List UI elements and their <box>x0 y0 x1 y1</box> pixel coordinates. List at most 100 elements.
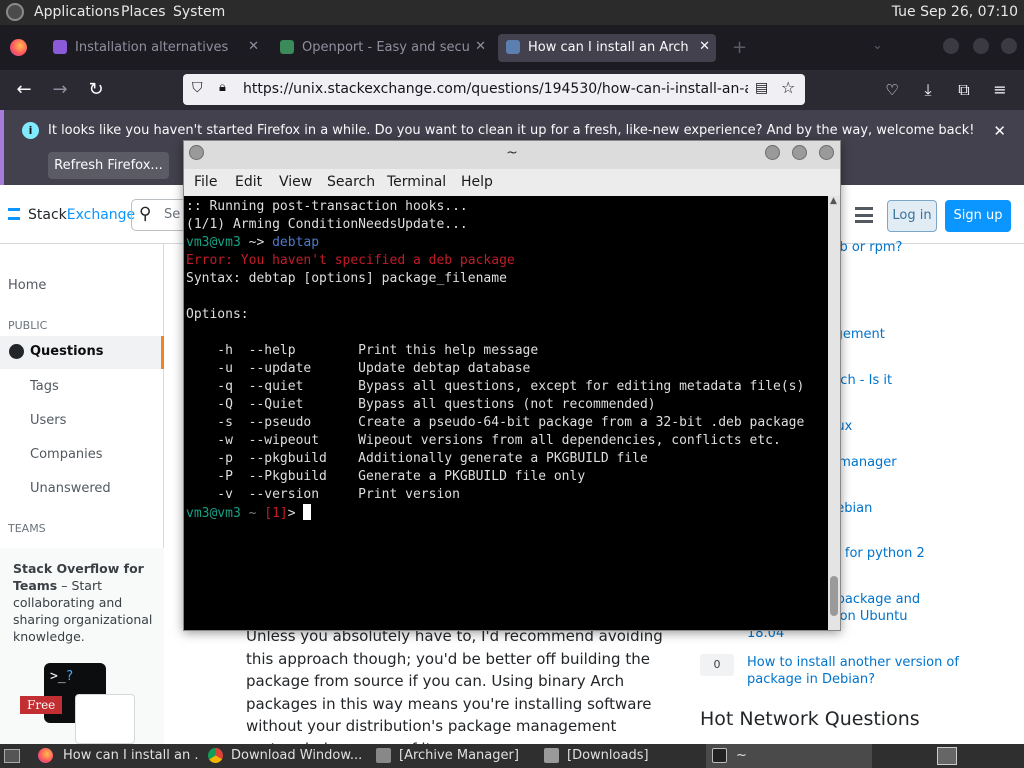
hot-network-questions-heading: Hot Network Questions <box>700 708 920 730</box>
downloads-icon[interactable]: ⤓ <box>916 78 940 102</box>
taskbar-item-label: How can I install an ... <box>63 748 198 763</box>
logo-text-stack: Stack <box>28 207 67 223</box>
applications-menu[interactable]: Applications <box>34 4 120 20</box>
minimize-window-icon[interactable] <box>765 145 780 160</box>
taskbar-item-label: ~ <box>736 748 747 763</box>
maximize-window-icon[interactable] <box>973 38 989 54</box>
url-bar[interactable]: ⛉ 🔒︎ https://unix.stackexchange.com/ques… <box>183 74 805 105</box>
forward-arrow-icon[interactable]: → <box>48 78 72 102</box>
taskbar-item-downloads[interactable]: [Downloads] <box>538 744 658 768</box>
site-switcher-icon[interactable] <box>855 207 873 223</box>
places-menu[interactable]: Places <box>121 4 166 20</box>
sidebar-item-users[interactable]: Users <box>30 413 66 428</box>
maximize-window-icon[interactable] <box>792 145 807 160</box>
distro-logo-icon[interactable] <box>6 3 24 21</box>
tab-favicon-icon <box>53 40 67 54</box>
show-desktop-icon[interactable] <box>4 749 20 763</box>
terminal-option-line: -v --version Print version <box>186 487 460 502</box>
terminal-scrollbar[interactable]: ▲ <box>828 196 840 630</box>
site-search-input[interactable]: ⚲ Se <box>131 199 191 231</box>
taskbar-item-terminal[interactable]: ~ <box>706 744 872 768</box>
info-icon: i <box>22 122 39 139</box>
terminal-option-line: -P --Pkgbuild Generate a PKGBUILD file o… <box>186 469 586 484</box>
stackexchange-logo-icon[interactable] <box>8 208 20 220</box>
extensions-icon[interactable]: ⧉ <box>952 78 976 102</box>
sidebar-item-companies[interactable]: Companies <box>30 447 103 462</box>
prompt-separator: ~> <box>240 235 273 250</box>
window-menu-icon[interactable] <box>189 145 204 160</box>
login-button[interactable]: Log in <box>887 200 937 232</box>
list-all-tabs-icon[interactable]: ⌄ <box>872 38 883 53</box>
menu-file[interactable]: File <box>194 174 217 190</box>
search-icon: ⚲ <box>139 204 152 224</box>
menu-help[interactable]: Help <box>461 174 493 190</box>
taskbar-item-firefox[interactable]: How can I install an ... <box>32 744 198 768</box>
menu-edit[interactable]: Edit <box>235 174 262 190</box>
terminal-prompt-line: vm3@vm3 ~> debtap <box>186 234 319 252</box>
tab-openport[interactable]: Openport - Easy and secu ✕ <box>272 34 492 62</box>
tab-close-icon[interactable]: ✕ <box>475 39 486 54</box>
prompt-user: vm3@vm3 <box>186 506 241 521</box>
reader-view-icon[interactable]: ▤ <box>755 80 768 96</box>
free-badge: Free <box>20 696 63 714</box>
sidebar-item-home[interactable]: Home <box>8 278 46 293</box>
pocket-icon[interactable]: ♡ <box>880 78 904 102</box>
teams-promo: Stack Overflow for Teams – Start collabo… <box>0 548 164 748</box>
prompt-exit-status: [1] <box>264 506 288 521</box>
terminal-option-line: -s --pseudo Create a pseudo-64-bit packa… <box>186 415 805 430</box>
taskbar-item-label: [Archive Manager] <box>399 748 519 763</box>
terminal-title-bar[interactable]: ~ <box>184 141 840 169</box>
sidebar-item-tags[interactable]: Tags <box>30 379 59 394</box>
shield-icon[interactable]: ⛉ <box>192 80 203 96</box>
terminal-line: Syntax: debtap [options] package_filenam… <box>186 271 507 286</box>
taskbar-item-archive-manager[interactable]: [Archive Manager] <box>370 744 530 768</box>
site-logo[interactable]: StackExchange <box>28 207 135 223</box>
taskbar-item-chrome[interactable]: Download Window... <box>202 744 364 768</box>
terminal-icon <box>712 748 727 763</box>
tab-close-icon[interactable]: ✕ <box>248 39 259 54</box>
tab-installation-alternatives[interactable]: Installation alternatives ✕ <box>45 34 265 62</box>
tab-title: How can I install an Arch pa <box>528 40 688 55</box>
firefox-menu-icon[interactable] <box>10 39 27 56</box>
menu-terminal[interactable]: Terminal <box>387 174 446 190</box>
close-window-icon[interactable] <box>1001 38 1017 54</box>
scroll-up-arrow-icon[interactable]: ▲ <box>830 196 837 206</box>
menu-view[interactable]: View <box>279 174 312 190</box>
refresh-firefox-button[interactable]: Refresh Firefox... <box>48 152 169 179</box>
tab-title: Openport - Easy and secu <box>302 40 470 55</box>
new-tab-icon[interactable]: + <box>732 37 747 58</box>
browser-tab-bar: Installation alternatives ✕ Openport - E… <box>0 25 1024 70</box>
top-panel: Applications Places System Tue Sep 26, 0… <box>0 0 1024 25</box>
tab-close-icon[interactable]: ✕ <box>699 39 710 54</box>
terminal-cursor <box>303 504 312 520</box>
signup-button[interactable]: Sign up <box>945 200 1011 232</box>
close-notification-icon[interactable]: ✕ <box>993 122 1006 140</box>
terminal-title: ~ <box>506 145 518 161</box>
minimize-window-icon[interactable] <box>943 38 959 54</box>
system-menu[interactable]: System <box>173 4 225 20</box>
search-placeholder: Se <box>164 207 181 222</box>
lock-icon[interactable]: 🔒︎ <box>219 80 226 95</box>
answer-body: Unless you absolutely have to, I'd recom… <box>246 627 663 758</box>
terminal-screen[interactable]: :: Running post-transaction hooks... (1/… <box>184 196 828 630</box>
related-link[interactable]: How to install another version of packag… <box>747 654 1007 688</box>
browser-nav-bar: ← → ↻ ⛉ 🔒︎ https://unix.stackexchange.co… <box>0 70 1024 110</box>
workspace-switcher-icon[interactable] <box>937 747 957 765</box>
prompt-arrow: > <box>287 506 304 521</box>
sidebar-item-label: Questions <box>30 344 104 359</box>
back-arrow-icon[interactable]: ← <box>12 78 36 102</box>
menu-search[interactable]: Search <box>327 174 375 190</box>
panel-clock[interactable]: Tue Sep 26, 07:10 <box>892 4 1018 20</box>
sidebar-item-questions[interactable]: Questions <box>0 336 164 369</box>
left-sidebar: Home PUBLIC Questions Tags Users Compani… <box>0 244 164 748</box>
terminal-window[interactable]: ~ File Edit View Search Terminal Help ::… <box>183 140 841 631</box>
bookmark-star-icon[interactable]: ☆ <box>781 78 795 97</box>
sidebar-item-unanswered[interactable]: Unanswered <box>30 481 111 496</box>
app-menu-icon[interactable]: ≡ <box>988 78 1012 102</box>
scrollbar-thumb[interactable] <box>830 576 838 616</box>
tab-arch-question[interactable]: How can I install an Arch pa ✕ <box>498 34 716 62</box>
close-window-icon[interactable] <box>819 145 834 160</box>
url-text[interactable]: https://unix.stackexchange.com/questions… <box>243 81 748 97</box>
reload-icon[interactable]: ↻ <box>84 78 108 102</box>
terminal-option-line: -u --update Update debtap database <box>186 361 531 376</box>
